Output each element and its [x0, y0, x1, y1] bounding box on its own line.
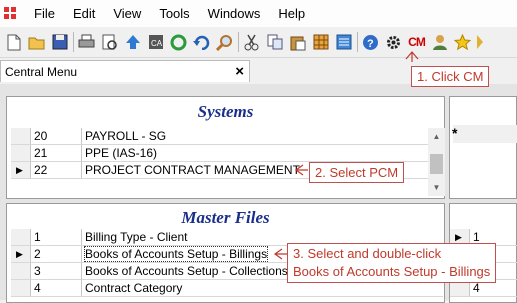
callout-step-1: 1. Click CM: [411, 66, 490, 87]
callout-step-2: 2. Select PCM: [309, 162, 405, 183]
callout-step-3: 3. Select and double-click Books of Acco…: [287, 243, 497, 283]
callout-step-3-line-2: Books of Accounts Setup - Billings: [293, 264, 491, 279]
callout-step-3-line-1: 3. Select and double-click: [293, 246, 442, 261]
